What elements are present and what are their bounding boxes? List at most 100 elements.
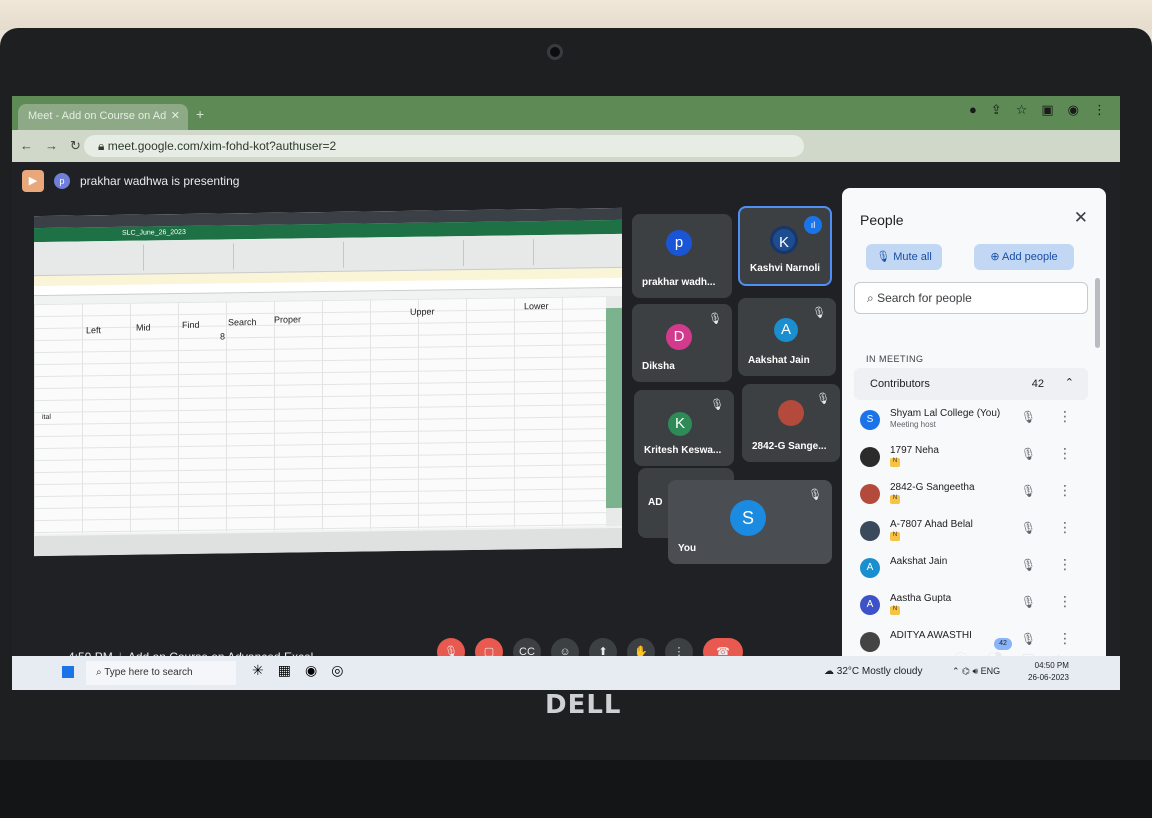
more-options-icon[interactable]: ⋮ (1058, 556, 1072, 573)
star-icon[interactable]: ☆ (1016, 102, 1028, 118)
col-header-find: Find (182, 319, 200, 331)
new-tab-icon[interactable]: + (196, 106, 204, 122)
mic-off-icon[interactable]: 🎙︎ (1021, 632, 1036, 646)
row-label: ital (42, 413, 51, 421)
more-options-icon[interactable]: ⋮ (1058, 519, 1072, 536)
taskbar-apps: ✳ ▦ ◉ ◎ (252, 662, 343, 679)
list-item[interactable]: S Shyam Lal College (You) Meeting host 🎙… (854, 402, 1088, 439)
language-indicator[interactable]: ENG (981, 666, 1001, 676)
windows-start-icon[interactable] (62, 666, 74, 678)
chevron-up-icon[interactable]: ⌃ (1065, 376, 1074, 389)
browser-tab-bar: Meet - Add on Course on Ad ✕ + ● ⇪ ☆ ▣ ◉… (12, 96, 1120, 130)
list-item[interactable]: 2842-G Sangeetha N 🎙︎ ⋮ (854, 476, 1088, 513)
more-options-icon[interactable]: ⋮ (1058, 482, 1072, 499)
task-view-icon[interactable]: ▦ (278, 662, 291, 679)
presenting-banner: ▶ p prakhar wadhwa is presenting (22, 170, 239, 192)
participant-name: Shyam Lal College (You) (890, 408, 1001, 419)
panel-scrollbar[interactable] (1095, 278, 1100, 348)
tile-name: 2842-G Sange... (752, 441, 827, 452)
mic-off-icon[interactable]: 🎙︎ (1021, 521, 1036, 535)
add-people-button[interactable]: ⊕ Add people (974, 244, 1074, 270)
weather-widget[interactable]: ☁ 32°C Mostly cloudy (824, 666, 922, 677)
present-screen-icon[interactable]: ▶ (22, 170, 44, 192)
group-label: Contributors (870, 378, 930, 390)
more-options-icon[interactable]: ⋮ (1058, 630, 1072, 647)
tile-diksha[interactable]: 🎙︎ D Diksha (632, 304, 732, 382)
address-bar: ← → ↻ 🔒︎ meet.google.com/xim-fohd-kot?au… (12, 130, 1120, 162)
sangeetha-photo-avatar (778, 400, 804, 426)
participant-name: ADITYA AWASTHI (890, 630, 972, 641)
sidepanel-icon[interactable]: ▣ (1041, 102, 1053, 118)
search-icon: ⌕ (96, 667, 105, 678)
forward-icon[interactable]: → (45, 138, 58, 154)
col-header-lower: Lower (524, 300, 549, 312)
mute-all-button[interactable]: 🎙︎ Mute all (866, 244, 942, 270)
tile-avatar: K (668, 412, 692, 436)
mic-off-icon[interactable]: 🎙︎ (1021, 447, 1036, 461)
people-count-badge: 42 (994, 638, 1012, 650)
mic-off-icon: 🎙︎ (876, 251, 894, 263)
participant-name: Aastha Gupta (890, 593, 952, 604)
tile-aakshat[interactable]: 🎙︎ A Aakshat Jain (738, 298, 836, 376)
participant-avatar: A (860, 595, 880, 615)
participant-role: Meeting host (890, 420, 936, 429)
participant-name: 1797 Neha (890, 445, 939, 456)
more-options-icon[interactable]: ⋮ (1058, 408, 1072, 425)
more-options-icon[interactable]: ⋮ (1058, 593, 1072, 610)
tile-name: Diksha (642, 361, 675, 372)
tile-sangeetha[interactable]: 🎙︎ 2842-G Sange... (742, 384, 840, 462)
tile-name: Aakshat Jain (748, 355, 810, 366)
reload-icon[interactable]: ↻ (70, 138, 81, 154)
close-icon[interactable]: ✕ (171, 109, 180, 122)
mic-off-icon[interactable]: 🎙︎ (1021, 484, 1036, 498)
more-options-icon[interactable]: ⋮ (1058, 445, 1072, 462)
list-item[interactable]: 1797 Neha N 🎙︎ ⋮ (854, 439, 1088, 476)
mic-off-icon: 🎙︎ (708, 313, 722, 325)
ribbon-group (74, 244, 144, 272)
tile-self[interactable]: 🎙︎ S You (668, 480, 832, 564)
tile-kashvi[interactable]: ıl K Kashvi Narnoli (738, 206, 832, 286)
ribbon-group (344, 240, 464, 268)
section-label: IN MEETING (866, 354, 924, 364)
contributors-group[interactable]: Contributors 42 ⌃ (854, 368, 1088, 400)
taskbar-clock[interactable]: 04:50 PM 26-06-2023 (1028, 660, 1069, 684)
presenting-text: prakhar wadhwa is presenting (80, 174, 240, 188)
taskbar-search-input[interactable]: ⌕ Type here to search (86, 661, 236, 685)
participant-photo-avatar (860, 521, 880, 541)
people-search-input[interactable]: ⌕ Search for people (854, 282, 1088, 314)
mic-off-icon[interactable]: 🎙︎ (1021, 558, 1036, 572)
tile-kritesh[interactable]: 🎙︎ K Kritesh Keswa... (634, 390, 734, 466)
nav-buttons: ← → ↻ (20, 138, 81, 154)
share-icon[interactable]: ⇪ (991, 102, 1002, 118)
mic-off-icon[interactable]: 🎙︎ (1021, 595, 1036, 609)
tile-avatar: p (666, 230, 692, 256)
list-item[interactable]: A Aakshat Jain 🎙︎ ⋮ (854, 550, 1088, 587)
people-panel: People ✕ 🎙︎ Mute all ⊕ Add people ⌕ Sear… (842, 188, 1106, 668)
speaking-indicator-icon: ıl (804, 216, 822, 234)
kebab-menu-icon[interactable]: ⋮ (1093, 102, 1106, 118)
volume-icon[interactable]: 🔊︎ (972, 666, 978, 676)
list-item[interactable]: A Aastha Gupta N 🎙︎ ⋮ (854, 587, 1088, 624)
participant-name: 2842-G Sangeetha (890, 482, 975, 493)
close-icon[interactable]: ✕ (1074, 208, 1088, 228)
profile-icon[interactable]: ◉ (1068, 102, 1079, 118)
spreadsheet-grid[interactable]: Left Mid Find Search Proper Upper Lower … (34, 296, 606, 535)
browser-tab-meet[interactable]: Meet - Add on Course on Ad ✕ (18, 104, 188, 130)
record-icon[interactable]: ● (969, 102, 977, 118)
back-icon[interactable]: ← (20, 138, 33, 154)
dna-widget-icon[interactable]: ✳ (252, 662, 264, 679)
ribbon-group (144, 243, 234, 271)
mic-off-icon: 🎙︎ (808, 489, 822, 501)
chrome-profile-icon[interactable]: ◎ (331, 662, 343, 679)
badge-icon: N (890, 606, 900, 615)
participant-avatar: S (860, 410, 880, 430)
chrome-icon[interactable]: ◉ (305, 662, 317, 679)
meet-stage: ▶ p prakhar wadhwa is presenting SLC_Jun… (12, 162, 1120, 690)
list-item[interactable]: A-7807 Ahad Belal N 🎙︎ ⋮ (854, 513, 1088, 550)
url-field[interactable]: 🔒︎ meet.google.com/xim-fohd-kot?authuser… (84, 135, 804, 157)
chevron-up-icon[interactable]: ⌃ (952, 666, 960, 676)
mic-off-icon[interactable]: 🎙︎ (1021, 410, 1036, 424)
tile-prakhar[interactable]: p prakhar wadh... (632, 214, 732, 298)
network-icon[interactable]: ⌬ (962, 666, 970, 676)
add-person-icon: ⊕ (990, 251, 1002, 263)
